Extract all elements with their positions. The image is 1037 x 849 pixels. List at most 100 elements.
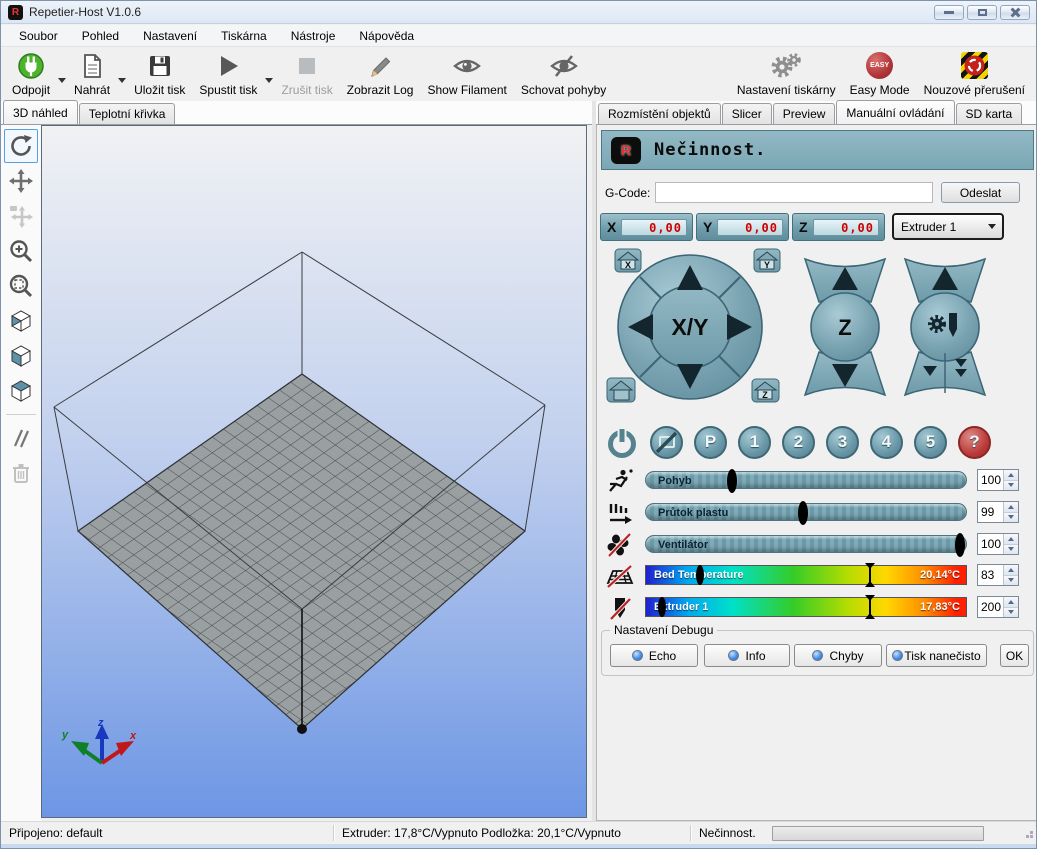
spin-up-icon[interactable] [1004, 597, 1018, 607]
motor-off-button[interactable] [650, 426, 683, 459]
debug-echo-button[interactable]: Echo [610, 644, 698, 667]
preset-3-button[interactable]: 3 [826, 426, 859, 459]
spin-down-icon[interactable] [1004, 607, 1018, 618]
move-object-button[interactable] [4, 199, 38, 233]
printer-settings-button[interactable]: Nastavení tiskárny [730, 49, 843, 102]
fan-slider-thumb[interactable] [955, 533, 965, 557]
resize-grip[interactable] [1022, 827, 1034, 839]
tab-sd-card[interactable]: SD karta [956, 103, 1023, 124]
rotate-view-button[interactable] [4, 129, 38, 163]
emergency-stop-button[interactable]: Nouzové přerušení [917, 49, 1032, 102]
minimize-button[interactable] [934, 5, 964, 20]
menu-pohled[interactable]: Pohled [72, 26, 129, 46]
extruder-select[interactable]: Extruder 1 [892, 213, 1004, 240]
debug-info-button[interactable]: Info [704, 644, 790, 667]
top-view-button[interactable] [4, 374, 38, 408]
extruder-temp-thumb[interactable] [869, 595, 871, 619]
zoom-button[interactable] [4, 234, 38, 268]
menu-tiskarna[interactable]: Tiskárna [211, 26, 277, 46]
extruder-jog-control[interactable] [905, 259, 985, 395]
move-view-button[interactable] [4, 164, 38, 198]
start-dropdown-icon[interactable] [265, 78, 273, 87]
help-button[interactable]: ? [958, 426, 991, 459]
disconnect-button[interactable]: Odpojit [5, 49, 57, 102]
bed-temp-slider[interactable]: Bed Temperature 20,14°C [645, 565, 967, 585]
flow-slider[interactable]: Průtok plastu [645, 503, 967, 521]
close-button[interactable] [1000, 5, 1030, 20]
spin-up-icon[interactable] [1004, 534, 1018, 544]
menu-nastaveni[interactable]: Nastavení [133, 26, 207, 46]
home-all-button[interactable] [607, 378, 635, 402]
motor-off-icon [652, 428, 681, 457]
spin-up-icon[interactable] [1004, 565, 1018, 575]
front-view-button[interactable] [4, 339, 38, 373]
send-button[interactable]: Odeslat [941, 182, 1020, 203]
extruder-temp-spinbox[interactable]: 200 [977, 596, 1019, 618]
debug-errors-button[interactable]: Chyby [794, 644, 882, 667]
menu-soubor[interactable]: Soubor [9, 26, 68, 46]
tab-temperature-curve[interactable]: Teplotní křivka [79, 103, 176, 124]
tab-manual-control[interactable]: Manuální ovládání [836, 100, 954, 124]
3d-viewport[interactable]: y z x [41, 125, 587, 818]
fan-slider[interactable]: Ventilátor [645, 535, 967, 553]
menu-nastroje[interactable]: Nástroje [281, 26, 346, 46]
isometric-view-button[interactable] [4, 304, 38, 338]
extruder-temp-marker [658, 597, 666, 617]
load-button[interactable]: Nahrát [67, 49, 117, 102]
tab-object-placement[interactable]: Rozmístění objektů [598, 103, 721, 124]
svg-text:z: z [97, 717, 104, 729]
load-dropdown-icon[interactable] [118, 78, 126, 87]
document-icon [79, 51, 105, 80]
spin-up-icon[interactable] [1004, 470, 1018, 480]
easy-mode-button[interactable]: EASY Easy Mode [843, 49, 917, 102]
parallel-projection-button[interactable] [4, 421, 38, 455]
home-z-button[interactable]: Z [752, 379, 779, 402]
home-y-button[interactable]: Y [754, 249, 780, 272]
flow-slider-thumb[interactable] [798, 501, 808, 525]
debug-dryrun-button[interactable]: Tisk nanečisto [886, 644, 987, 667]
spin-up-icon[interactable] [1004, 502, 1018, 512]
save-print-button[interactable]: Uložit tisk [127, 49, 192, 102]
power-button[interactable] [605, 425, 639, 459]
preset-5-button[interactable]: 5 [914, 426, 947, 459]
bed-temp-spinbox[interactable]: 83 [977, 564, 1019, 586]
home-x-button[interactable]: X [615, 249, 641, 272]
speed-spinbox[interactable]: 100 [977, 469, 1019, 491]
gcode-input[interactable] [655, 182, 933, 203]
tab-slicer[interactable]: Slicer [722, 103, 772, 124]
speed-slider-thumb[interactable] [727, 469, 737, 493]
show-filament-button[interactable]: Show Filament [420, 49, 513, 102]
speed-slider[interactable]: Pohyb [645, 471, 967, 489]
svg-text:y: y [61, 729, 69, 741]
z-jog-control[interactable]: Z [805, 259, 885, 395]
led-icon [728, 650, 739, 661]
spin-down-icon[interactable] [1004, 480, 1018, 491]
title-bar[interactable]: R Repetier-Host V1.0.6 [1, 1, 1036, 24]
park-button[interactable]: P [694, 426, 727, 459]
connect-dropdown-icon[interactable] [58, 78, 66, 87]
preset-4-button[interactable]: 4 [870, 426, 903, 459]
preset-1-button[interactable]: 1 [738, 426, 771, 459]
tab-3d-view[interactable]: 3D náhled [3, 100, 78, 124]
cancel-print-button: Zrušit tisk [274, 49, 339, 102]
toolbar-separator [6, 414, 36, 415]
start-print-button[interactable]: Spustit tisk [192, 49, 264, 102]
preset-2-button[interactable]: 2 [782, 426, 815, 459]
bed-temp-marker [696, 565, 704, 585]
hide-travel-button[interactable]: Schovat pohyby [514, 49, 613, 102]
fit-view-button[interactable] [4, 269, 38, 303]
flow-spinbox[interactable]: 99 [977, 501, 1019, 523]
tab-preview[interactable]: Preview [773, 103, 836, 124]
fan-spinbox[interactable]: 100 [977, 533, 1019, 555]
extruder-temp-slider[interactable]: Extruder 1 17,83°C [645, 597, 967, 617]
debug-ok-button[interactable]: OK [1000, 644, 1029, 667]
bed-temp-thumb[interactable] [869, 563, 871, 587]
xy-jog-pad[interactable]: X/Y [618, 255, 762, 399]
spin-down-icon[interactable] [1004, 575, 1018, 586]
maximize-button[interactable] [967, 5, 997, 20]
show-log-button[interactable]: Zobrazit Log [340, 49, 421, 102]
menu-napoveda[interactable]: Nápověda [349, 26, 424, 46]
spin-down-icon[interactable] [1004, 544, 1018, 555]
led-icon [812, 650, 823, 661]
spin-down-icon[interactable] [1004, 512, 1018, 523]
